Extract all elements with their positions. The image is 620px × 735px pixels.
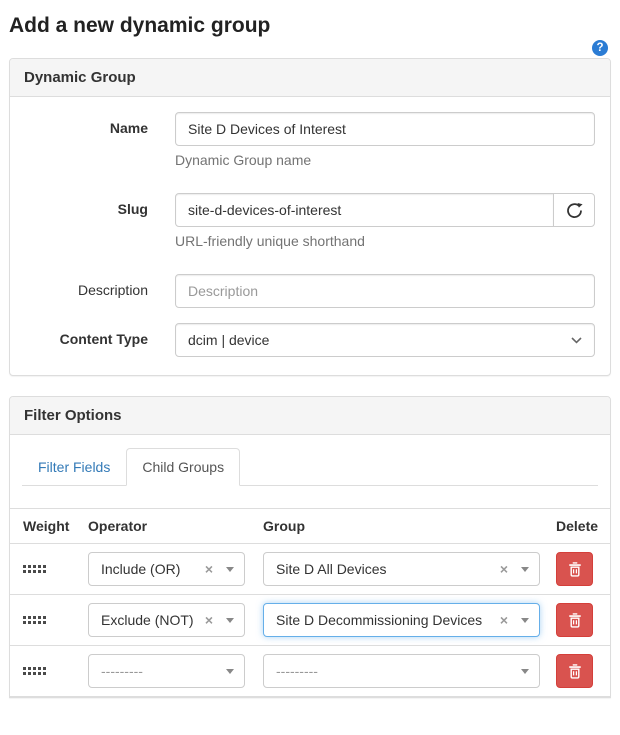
operator-select[interactable]: --------- <box>88 654 245 688</box>
caret-down-icon <box>226 618 234 623</box>
table-row: Exclude (NOT) × Site D Decommissioning D… <box>10 595 610 646</box>
slug-regenerate-button[interactable] <box>553 193 595 227</box>
clear-selection-icon[interactable]: × <box>500 613 508 627</box>
name-input[interactable] <box>175 112 595 146</box>
content-type-label: Content Type <box>25 323 148 357</box>
help-icon[interactable]: ? <box>592 40 608 56</box>
filter-tabs: Filter Fields Child Groups <box>10 435 610 486</box>
table-row: Include (OR) × Site D All Devices × <box>10 544 610 595</box>
table-header-row: Weight Operator Group Delete <box>10 509 610 544</box>
delete-row-button[interactable] <box>556 654 593 688</box>
dynamic-group-panel-title: Dynamic Group <box>10 59 610 97</box>
slug-label: Slug <box>25 193 148 259</box>
operator-select-value: --------- <box>101 663 226 679</box>
description-input[interactable] <box>175 274 595 308</box>
name-label: Name <box>25 112 148 178</box>
refresh-icon <box>566 202 583 219</box>
page: Add a new dynamic group ? Dynamic Group … <box>0 14 620 698</box>
column-header-operator: Operator <box>80 509 255 544</box>
clear-selection-icon[interactable]: × <box>205 613 213 627</box>
group-select[interactable]: Site D All Devices × <box>263 552 540 586</box>
description-field-row: Description <box>25 274 595 308</box>
group-select-value: Site D All Devices <box>276 561 492 577</box>
operator-select-value: Include (OR) <box>101 561 197 577</box>
trash-icon <box>568 664 582 679</box>
operator-select[interactable]: Include (OR) × <box>88 552 245 586</box>
name-help-text: Dynamic Group name <box>175 152 595 168</box>
trash-icon <box>568 562 582 577</box>
operator-select-value: Exclude (NOT) <box>101 612 197 628</box>
filter-options-panel: Filter Options Filter Fields Child Group… <box>9 396 611 698</box>
name-field-row: Name Dynamic Group name <box>25 112 595 178</box>
caret-down-icon <box>521 618 529 623</box>
group-select-value: Site D Decommissioning Devices <box>276 612 492 628</box>
description-label: Description <box>25 274 148 308</box>
content-type-field-row: Content Type dcim | device <box>25 323 595 357</box>
column-header-delete: Delete <box>548 509 610 544</box>
delete-row-button[interactable] <box>556 552 593 586</box>
content-type-select[interactable]: dcim | device <box>175 323 595 357</box>
tab-filter-fields[interactable]: Filter Fields <box>22 448 126 486</box>
trash-icon <box>568 613 582 628</box>
child-groups-table: Weight Operator Group Delete Include <box>10 508 610 697</box>
caret-down-icon <box>521 669 529 674</box>
dynamic-group-panel-body: Name Dynamic Group name Slug <box>10 97 610 375</box>
delete-row-button[interactable] <box>556 603 593 637</box>
drag-handle-icon[interactable] <box>23 667 46 675</box>
clear-selection-icon[interactable]: × <box>500 562 508 576</box>
content-type-controls: dcim | device <box>175 323 595 357</box>
slug-field-row: Slug URL-friendly <box>25 193 595 259</box>
operator-select[interactable]: Exclude (NOT) × <box>88 603 245 637</box>
drag-handle-icon[interactable] <box>23 565 46 573</box>
dynamic-group-panel: Dynamic Group Name Dynamic Group name Sl… <box>9 58 611 376</box>
column-header-weight: Weight <box>10 509 80 544</box>
clear-selection-icon[interactable]: × <box>205 562 213 576</box>
slug-help-text: URL-friendly unique shorthand <box>175 233 595 249</box>
drag-handle-icon[interactable] <box>23 616 46 624</box>
chevron-down-icon <box>571 337 582 344</box>
caret-down-icon <box>226 567 234 572</box>
nav-tabs: Filter Fields Child Groups <box>22 448 598 486</box>
page-title: Add a new dynamic group <box>9 14 611 38</box>
slug-input[interactable] <box>175 193 554 227</box>
column-header-group: Group <box>255 509 548 544</box>
table-row: --------- --------- <box>10 646 610 697</box>
filter-options-panel-title: Filter Options <box>10 397 610 435</box>
content-type-value: dcim | device <box>188 332 269 348</box>
group-select-value: --------- <box>276 663 521 679</box>
slug-input-group <box>175 193 595 227</box>
description-controls <box>175 274 595 308</box>
caret-down-icon <box>521 567 529 572</box>
slug-controls: URL-friendly unique shorthand <box>175 193 595 259</box>
group-select[interactable]: --------- <box>263 654 540 688</box>
tab-child-groups[interactable]: Child Groups <box>126 448 240 486</box>
caret-down-icon <box>226 669 234 674</box>
group-select[interactable]: Site D Decommissioning Devices × <box>263 603 540 637</box>
name-controls: Dynamic Group name <box>175 112 595 178</box>
